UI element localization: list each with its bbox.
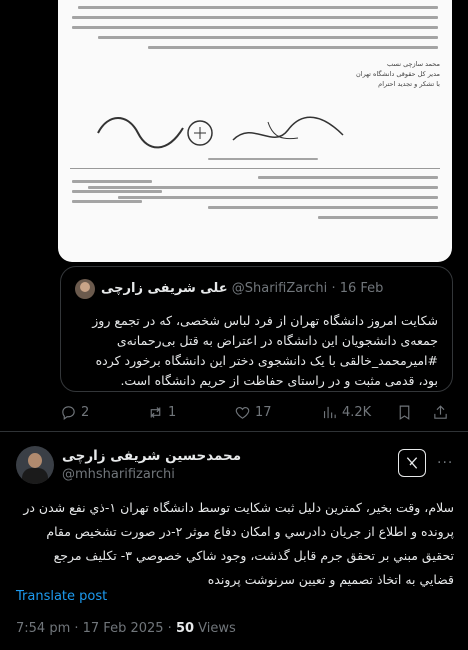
- signature-icon: [232, 116, 344, 141]
- heart-icon: [235, 406, 250, 419]
- like-button[interactable]: 17: [234, 404, 272, 421]
- quoted-author-handle[interactable]: @SharifiZarchi: [232, 281, 328, 296]
- more-options-button[interactable]: ···: [437, 455, 453, 471]
- post-views-label: Views: [194, 621, 236, 636]
- quoted-author-avatar[interactable]: [75, 279, 95, 299]
- document-signer-name: محمد سازچی نسب: [387, 60, 440, 68]
- reply-count: 2: [81, 405, 90, 420]
- share-button[interactable]: [432, 404, 449, 421]
- grok-icon: [406, 457, 418, 469]
- tweet-divider: [0, 431, 468, 432]
- post-views-count: 50: [175, 621, 195, 636]
- author-handle[interactable]: @mhsharifizarchi: [62, 467, 175, 482]
- like-count: 17: [255, 405, 272, 420]
- quoted-tweet-text: شکایت امروز دانشگاه تهران از فرد لباس شخ…: [92, 313, 438, 388]
- repost-icon: [150, 407, 161, 418]
- quoted-author-name[interactable]: علی شریفی زارچی: [101, 281, 228, 296]
- post-text: سلام، وقت بخير، كمترين دليل ثبت شكايت تو…: [23, 500, 454, 587]
- university-seal-icon: [97, 117, 213, 149]
- quoted-tweet-card[interactable]: علی شریفی زارچی @SharifiZarchi · 16 Feb …: [60, 266, 453, 392]
- views-button[interactable]: 4.2K: [321, 404, 371, 421]
- document-closing: با تشکر و تجدید احترام: [378, 80, 440, 88]
- author-name[interactable]: محمدحسین شریفی زارچی: [62, 448, 241, 464]
- quoted-document-image[interactable]: محمد سازچی نسب مدیر کل حقوقی دانشگاه تهر…: [58, 0, 452, 262]
- quoted-tweet-date[interactable]: 16 Feb: [340, 281, 384, 296]
- action-bar: 2 1 17 4.2K: [60, 404, 450, 424]
- repost-button[interactable]: 1: [147, 404, 176, 421]
- share-icon: [434, 405, 447, 419]
- post-meta: 7:54 pm · 17 Feb 2025 · 50 Views: [16, 621, 236, 636]
- document-signer-title: مدیر کل حقوقی دانشگاه تهران: [355, 70, 440, 78]
- translate-post-link[interactable]: Translate post: [16, 589, 107, 604]
- reply-button[interactable]: 2: [60, 404, 89, 421]
- reply-icon: [62, 406, 75, 421]
- quoted-tweet-header: علی شریفی زارچی @SharifiZarchi · 16 Feb: [101, 281, 383, 296]
- separator-dot: ·: [331, 281, 336, 296]
- views-count: 4.2K: [342, 405, 372, 420]
- bookmark-icon: [399, 405, 410, 420]
- repost-count: 1: [168, 405, 177, 420]
- analytics-icon: [323, 406, 336, 419]
- author-avatar[interactable]: [16, 446, 54, 484]
- grok-button[interactable]: [398, 449, 426, 477]
- post-timestamp[interactable]: 7:54 pm · 17 Feb 2025 ·: [16, 621, 176, 636]
- bookmark-button[interactable]: [396, 404, 413, 421]
